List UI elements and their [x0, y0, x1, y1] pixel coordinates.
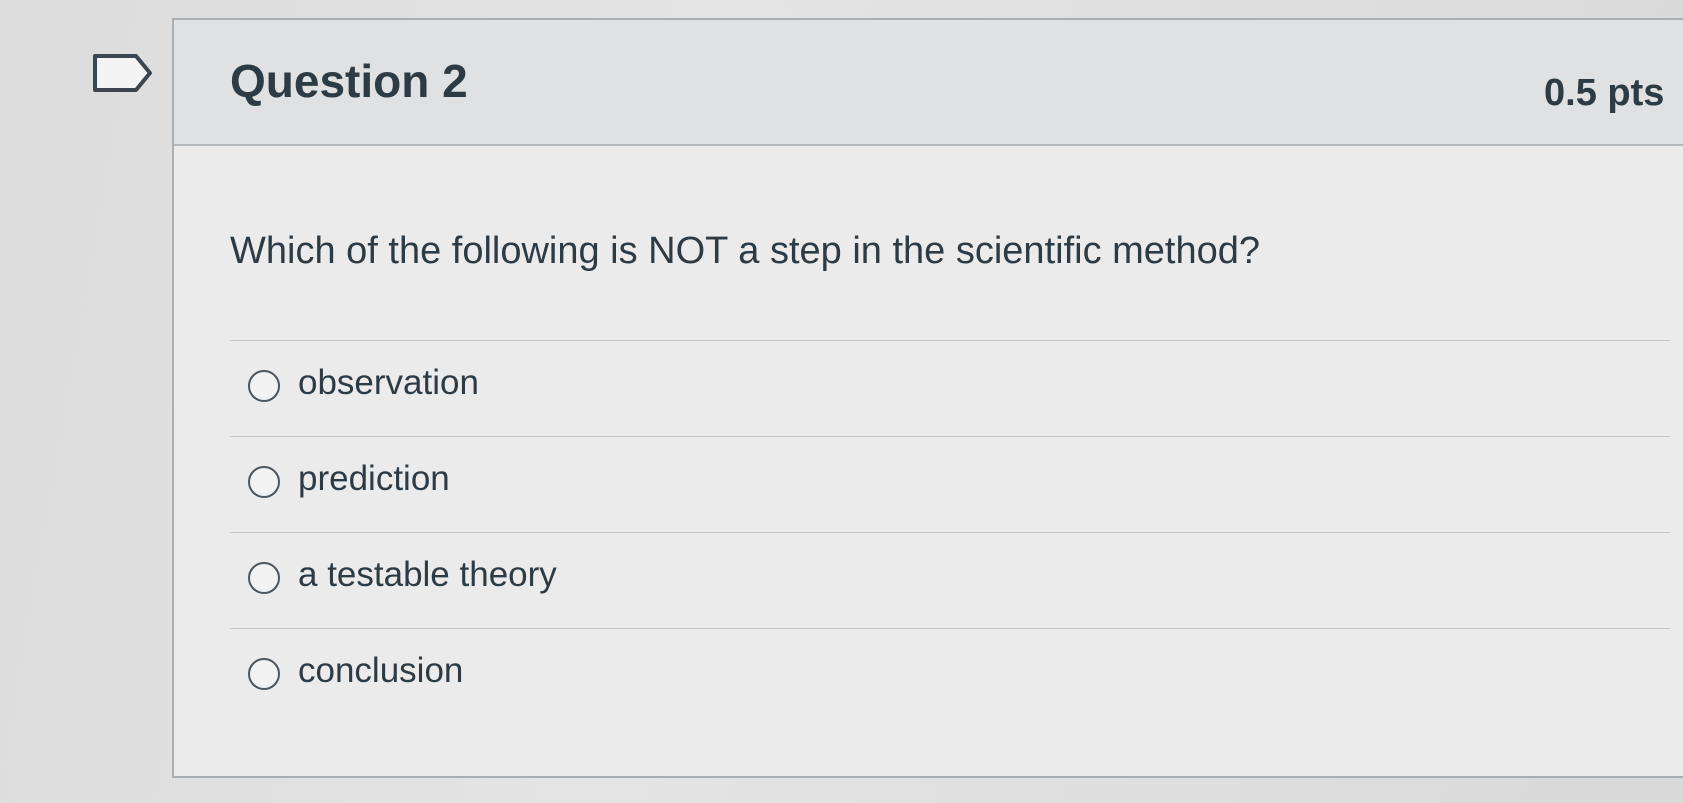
question-card: Question 2 0.5 pts Which of the followin…: [172, 18, 1683, 778]
answer-label[interactable]: conclusion: [298, 651, 463, 691]
question-title: Question 2: [230, 55, 468, 107]
question-text: Which of the following is NOT a step in …: [230, 230, 1261, 272]
radio-button[interactable]: [248, 658, 280, 690]
answer-list: observation prediction a testable theory…: [230, 340, 1670, 724]
question-header: Question 2 0.5 pts: [174, 20, 1683, 146]
flag-question-icon[interactable]: [92, 52, 154, 94]
radio-button[interactable]: [248, 466, 280, 498]
radio-button[interactable]: [248, 562, 280, 594]
answer-label[interactable]: observation: [298, 363, 479, 403]
question-points: 0.5 pts: [1544, 72, 1665, 114]
answer-option[interactable]: conclusion: [230, 628, 1670, 724]
answer-option[interactable]: prediction: [230, 436, 1670, 532]
answer-option[interactable]: observation: [230, 340, 1670, 436]
answer-option[interactable]: a testable theory: [230, 532, 1670, 628]
answer-label[interactable]: a testable theory: [298, 555, 557, 595]
radio-button[interactable]: [248, 370, 280, 402]
answer-label[interactable]: prediction: [298, 459, 450, 499]
